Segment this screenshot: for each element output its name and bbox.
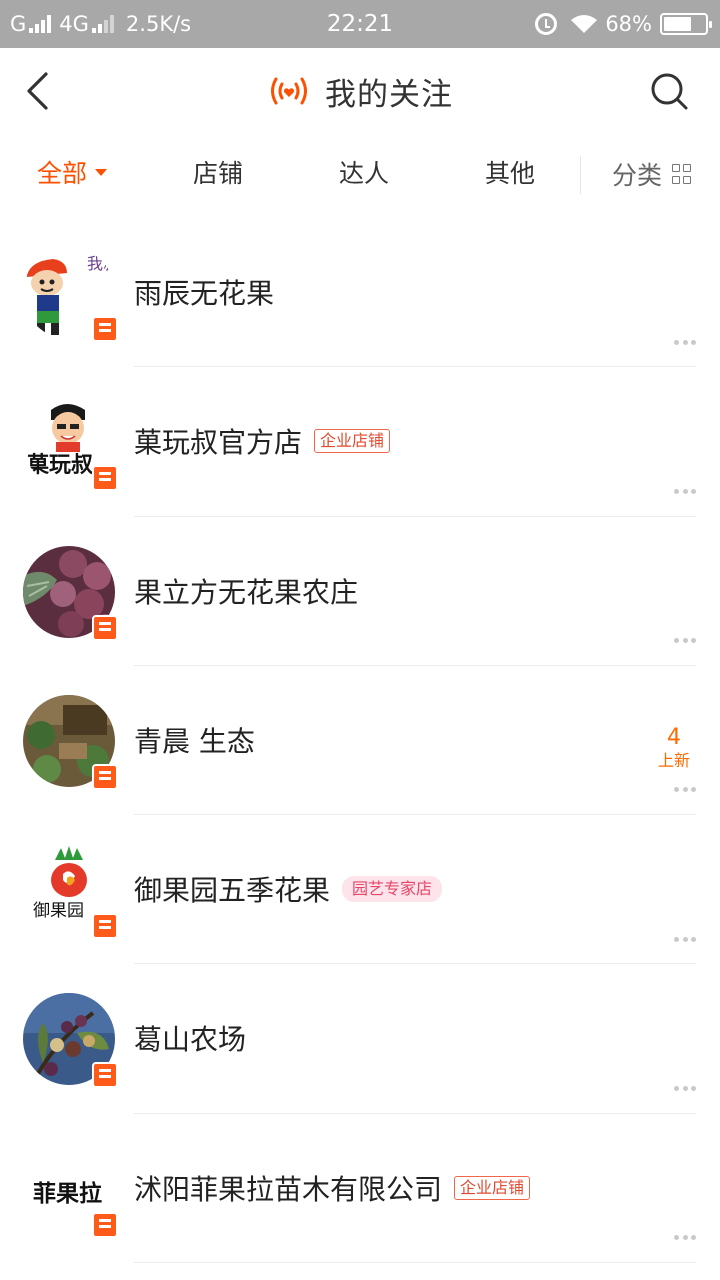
avatar-text: 菓玩叔 (26, 452, 94, 478)
list-item[interactable]: 果立方无花果农庄 (0, 517, 720, 666)
shop-icon (92, 1211, 118, 1238)
more-options-icon[interactable] (674, 487, 696, 495)
tab-all-label: 全部 (36, 159, 87, 188)
shop-name-group: 雨辰无花果 (134, 270, 274, 314)
list-item[interactable]: 葛山农场 (0, 964, 720, 1114)
status-bar: G 4G 2.5K/s 22:21 68% (0, 0, 720, 48)
avatar-text: 我就是 (87, 254, 115, 273)
search-button[interactable] (644, 66, 694, 116)
wifi-icon (571, 15, 598, 33)
shop-name: 御果园五季花果 (134, 874, 331, 908)
shop-name: 青晨 生态 (134, 724, 255, 758)
tab-all[interactable]: 全部 (20, 134, 124, 214)
enterprise-shop-badge: 企业店铺 (454, 1175, 531, 1200)
more-options-icon[interactable] (674, 637, 696, 645)
tab-category-label: 分类 (611, 161, 662, 190)
battery-icon (660, 13, 712, 35)
list-item[interactable]: 菓玩叔 菓玩叔官方店 企业店铺 (0, 367, 720, 517)
shop-name: 雨辰无花果 (134, 277, 275, 310)
shop-name-group: 沭阳菲果拉苗木有限公司 企业店铺 (134, 1166, 531, 1210)
caret-down-icon (95, 168, 107, 176)
list-item[interactable]: 菲果拉 沭阳菲果拉苗木有限公司 企业店铺 (0, 1114, 720, 1264)
shop-name-group: 御果园五季花果 园艺专家店 (134, 867, 443, 911)
more-options-icon[interactable] (674, 1084, 696, 1092)
new-items-label: 上新 (657, 750, 690, 770)
shop-name-group: 菓玩叔官方店 企业店铺 (134, 419, 391, 463)
enterprise-shop-badge: 企业店铺 (314, 429, 391, 454)
shop-icon (92, 1062, 118, 1089)
list-item[interactable]: 御果园 御果园五季花果 园艺专家店 (0, 815, 720, 965)
avatar-text: 菲果拉 (33, 1180, 102, 1207)
shop-icon (92, 763, 118, 790)
follow-broadcast-icon (271, 77, 307, 105)
search-icon (651, 73, 688, 110)
shop-icon (92, 614, 118, 641)
avatar-text: 御果园 (33, 901, 84, 921)
list-item[interactable]: 我就是 雨辰无花果 (0, 218, 720, 368)
shop-name: 葛山农场 (134, 1023, 247, 1057)
shop-icon (92, 316, 118, 342)
shop-name: 菓玩叔官方店 (134, 426, 303, 460)
shop-icon (92, 465, 118, 492)
tab-shops[interactable]: 店铺 (168, 134, 268, 214)
new-items-indicator: 4 上新 (654, 724, 694, 772)
tab-divider (580, 156, 581, 194)
divider (134, 1262, 696, 1264)
filter-tabs: 全部 店铺 达人 其他 分类 (0, 134, 720, 214)
more-options-icon[interactable] (674, 935, 696, 943)
new-items-count: 4 (667, 724, 681, 750)
shop-icon (92, 913, 118, 940)
alarm-icon (535, 13, 558, 35)
shop-name: 沭阳菲果拉苗木有限公司 (134, 1172, 443, 1206)
battery-percent: 68% (605, 12, 652, 36)
list-item[interactable]: 青晨 生态 4 上新 (0, 666, 720, 816)
gardening-expert-badge: 园艺专家店 (342, 876, 443, 903)
tab-category[interactable]: 分类 (592, 134, 712, 214)
shop-name-group: 青晨 生态 (134, 718, 255, 762)
tab-experts[interactable]: 达人 (314, 134, 414, 214)
shop-name-group: 葛山农场 (134, 1016, 246, 1060)
title-group: 我的关注 (0, 48, 720, 134)
more-options-icon[interactable] (674, 786, 696, 794)
grid-icon (672, 164, 692, 184)
more-options-icon[interactable] (674, 1234, 696, 1242)
page-title: 我的关注 (325, 76, 453, 113)
status-right: 68% (535, 0, 712, 48)
shop-name-group: 果立方无花果农庄 (134, 569, 358, 613)
nav-header: 我的关注 (0, 48, 720, 134)
more-options-icon[interactable] (674, 338, 696, 346)
follow-list: 我就是 雨辰无花果 菓玩叔 菓玩叔官方店 企业店铺 (0, 218, 720, 1264)
tab-others[interactable]: 其他 (460, 134, 560, 214)
shop-name: 果立方无花果农庄 (134, 575, 359, 609)
